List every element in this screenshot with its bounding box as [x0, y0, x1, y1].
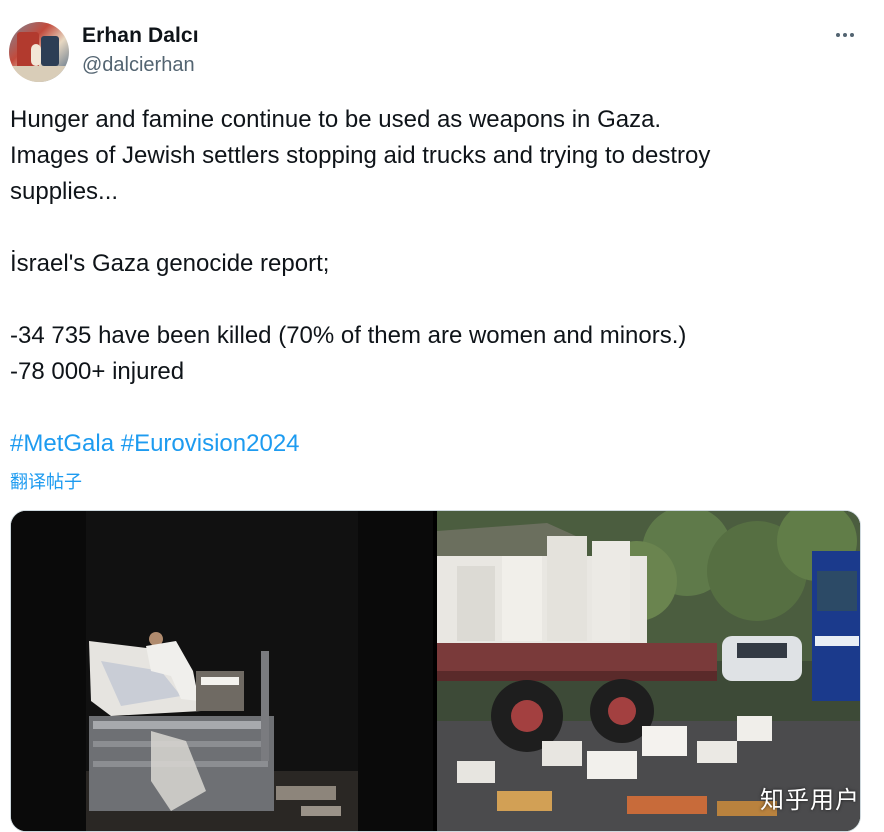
tweet-card: Erhan Dalcı @dalcierhan Hunger and famin… [0, 0, 884, 832]
tweet-line [10, 210, 870, 246]
more-horizontal-icon[interactable] [830, 24, 860, 46]
author-handle[interactable]: @dalcierhan [82, 54, 195, 77]
tweet-line: İsrael's Gaza genocide report; [10, 250, 330, 277]
tweet-text: Hunger and famine continue to be used as… [10, 102, 870, 462]
media-image-right[interactable]: 知乎用户 [437, 511, 860, 831]
watermark: 知乎用户 [760, 786, 860, 814]
avatar[interactable] [9, 22, 69, 82]
author-name[interactable]: Erhan Dalcı [82, 24, 199, 48]
tweet-line [10, 390, 870, 426]
hashtags[interactable]: #MetGala #Eurovision2024 [10, 426, 870, 462]
media-image-left[interactable] [11, 511, 433, 831]
tweet-line: -34 735 have been killed (70% of them ar… [10, 322, 687, 349]
tweet-line: Hunger and famine continue to be used as… [10, 106, 662, 133]
translate-post-link[interactable]: 翻译帖子 [10, 468, 82, 494]
tweet-line: Images of Jewish settlers stopping aid t… [10, 142, 711, 169]
tweet-line: supplies... [10, 178, 119, 205]
tweet-line [10, 282, 870, 318]
media-grid[interactable]: 知乎用户 [10, 510, 861, 832]
tweet-line: -78 000+ injured [10, 358, 185, 385]
